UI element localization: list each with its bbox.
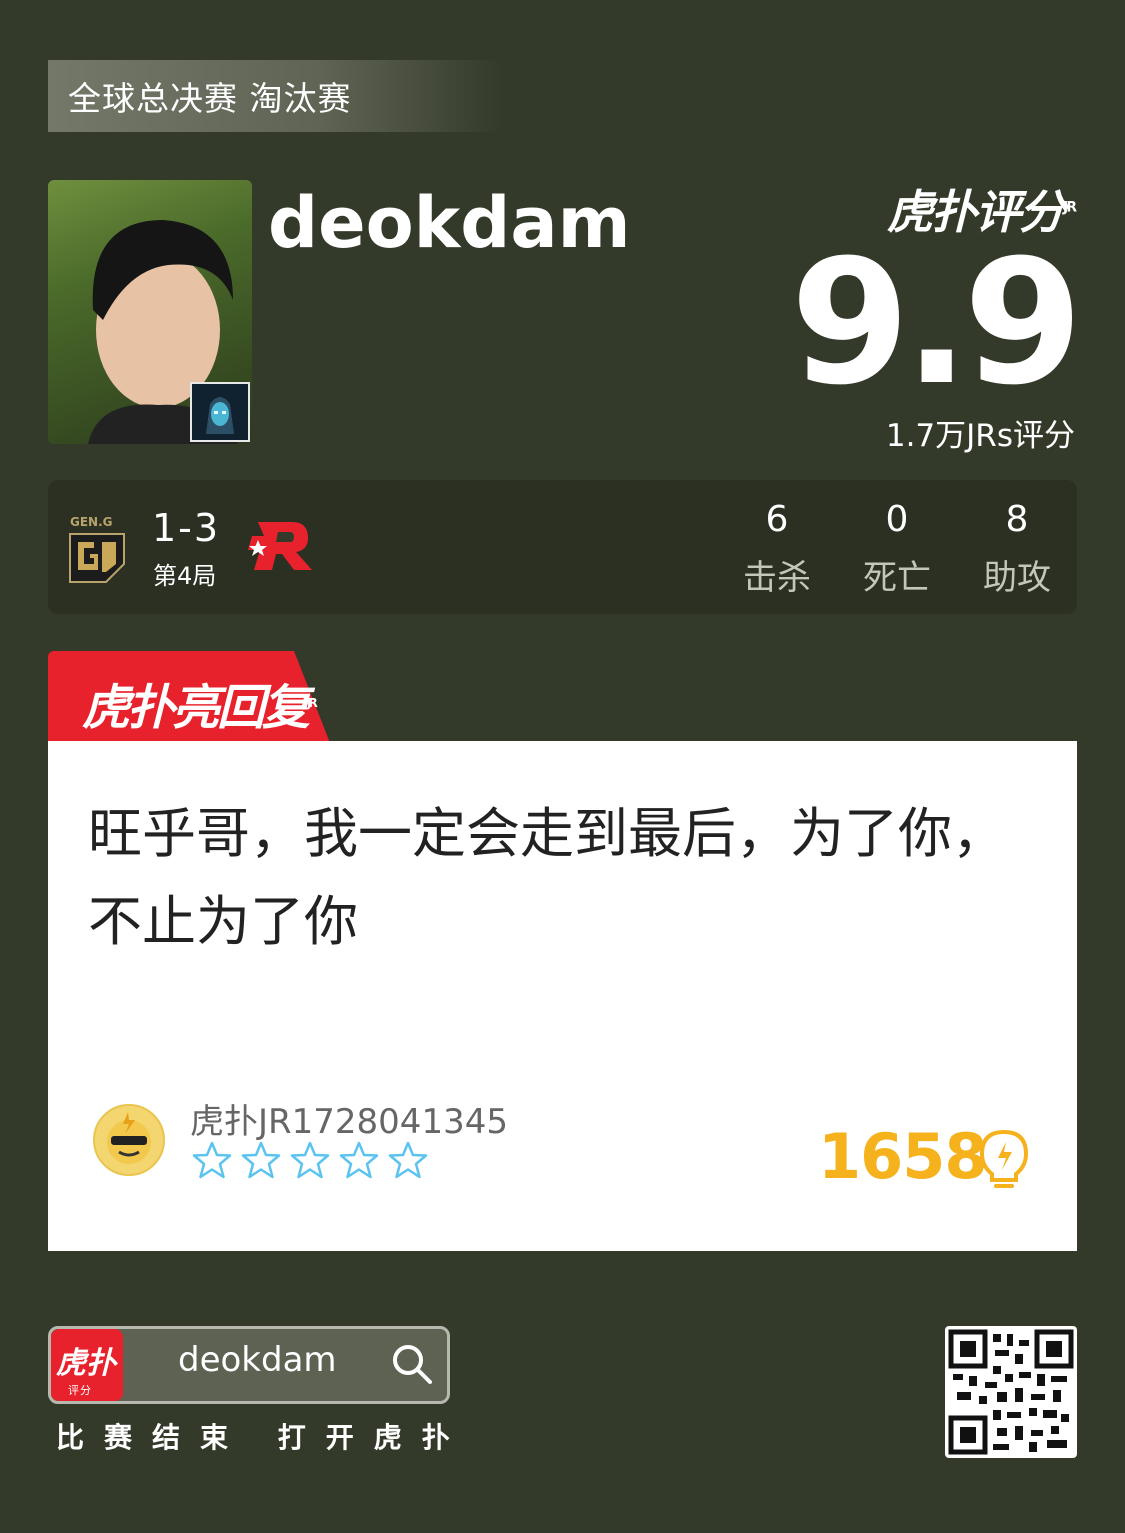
gen-g-logo-icon: GEN.G — [69, 515, 125, 583]
series-score: 1-3 — [152, 506, 221, 550]
svg-text:GEN.G: GEN.G — [70, 515, 113, 529]
star-icon — [192, 1141, 232, 1179]
search-icon[interactable] — [390, 1342, 434, 1386]
deaths-value: 0 — [885, 499, 909, 540]
star-icon — [388, 1141, 428, 1179]
user-level-stars — [192, 1140, 428, 1180]
username[interactable]: 虎扑JR1728041345 — [190, 1094, 508, 1143]
highlight-tab-label: 虎扑亮回复JR — [82, 668, 318, 738]
rating-votes: 1.7万JRs评分 — [885, 418, 1075, 454]
user-avatar-icon — [107, 1112, 151, 1164]
champion-portrait-icon — [190, 382, 250, 442]
stat-deaths: 0 死亡 — [847, 500, 947, 599]
kt-rolster-logo-icon — [248, 522, 312, 570]
qr-code — [945, 1326, 1077, 1458]
kills-value: 6 — [765, 499, 789, 540]
highlight-reply-text: 旺乎哥，我一定会走到最后，为了你，不止为了你 — [88, 802, 1006, 953]
deaths-label: 死亡 — [863, 558, 931, 598]
stat-kills: 6 击杀 — [727, 500, 827, 599]
qr-code-icon — [948, 1329, 1074, 1455]
star-icon — [339, 1141, 379, 1179]
app-icon-text: 虎扑 — [56, 1346, 116, 1381]
player-name: deokdam — [268, 182, 631, 264]
highlight-tab-text: 虎扑亮回复 — [82, 680, 310, 736]
kills-label: 击杀 — [743, 558, 811, 598]
app-icon-sub: 评分 — [68, 1384, 92, 1397]
rating-score: 9.9 — [790, 222, 1083, 423]
stage-tag: 全球总决赛 淘汰赛 — [48, 60, 503, 132]
highlight-tab-sup: JR — [307, 696, 318, 710]
user-avatar[interactable] — [93, 1104, 165, 1176]
lightbulb-icon[interactable] — [976, 1128, 1032, 1192]
light-count: 1658 — [818, 1120, 988, 1193]
open-app-cta: 比赛结束 打开虎扑 — [56, 1421, 470, 1454]
star-icon — [241, 1141, 281, 1179]
rating-logo-sup: JR — [1063, 199, 1077, 216]
assists-label: 助攻 — [983, 558, 1051, 598]
search-text[interactable]: deokdam — [178, 1340, 337, 1380]
assists-value: 8 — [1005, 499, 1029, 540]
stat-assists: 8 助攻 — [967, 500, 1067, 599]
game-number: 第4局 — [153, 562, 217, 590]
star-icon — [290, 1141, 330, 1179]
